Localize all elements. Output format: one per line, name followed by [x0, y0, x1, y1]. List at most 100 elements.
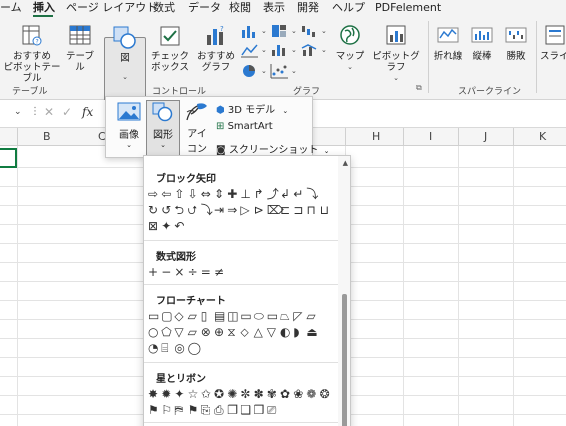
shape-option-icon[interactable]: ⇦: [161, 187, 171, 201]
shape-option-icon[interactable]: ⊓: [306, 203, 315, 217]
scatter-chart-icon[interactable]: [270, 63, 290, 79]
shape-option-icon[interactable]: ▱: [188, 309, 198, 323]
shape-option-icon[interactable]: ✚: [227, 187, 237, 201]
shape-option-icon[interactable]: ⚑: [148, 403, 159, 417]
statistic-chart-icon[interactable]: [270, 42, 290, 58]
shape-option-icon[interactable]: ○: [148, 325, 158, 339]
shape-option-icon[interactable]: ◔: [148, 341, 158, 355]
recommended-charts-button[interactable]: ? おすすめ グラフ: [196, 23, 236, 73]
tab-help[interactable]: ヘルプ: [332, 1, 365, 15]
shape-option-icon[interactable]: ⊐: [293, 203, 303, 217]
shape-option-icon[interactable]: ÷: [188, 265, 198, 279]
name-box-dropdown-icon[interactable]: ⌄: [14, 107, 22, 117]
shape-option-icon[interactable]: ✸: [148, 387, 158, 401]
maps-button[interactable]: マップ ⌄: [332, 23, 368, 73]
tab-formulas[interactable]: 数式: [153, 1, 175, 15]
shape-option-icon[interactable]: ❐: [227, 403, 238, 417]
shape-option-icon[interactable]: ❒: [254, 403, 265, 417]
tab-view[interactable]: 表示: [263, 1, 285, 15]
shape-option-icon[interactable]: ⇧: [174, 187, 184, 201]
shape-option-icon[interactable]: ▢: [161, 309, 172, 323]
shape-option-icon[interactable]: ↵: [293, 187, 303, 201]
shape-option-icon[interactable]: ❀: [293, 387, 303, 401]
shape-option-icon[interactable]: ⇨: [148, 187, 158, 201]
shape-option-icon[interactable]: ⛿: [174, 403, 183, 417]
shape-option-icon[interactable]: ↺: [161, 203, 171, 217]
active-cell[interactable]: [0, 148, 17, 168]
slicer-button[interactable]: スライ: [540, 23, 566, 62]
shape-option-icon[interactable]: ❁: [306, 387, 316, 401]
shape-option-icon[interactable]: ❑: [240, 403, 251, 417]
3d-models-button[interactable]: ⬢ 3D モデル ⌄: [216, 101, 288, 116]
shape-option-icon[interactable]: ⤵: [201, 203, 213, 217]
shape-option-icon[interactable]: ◗: [293, 325, 299, 339]
scrollbar-thumb[interactable]: [342, 294, 347, 426]
shape-option-icon[interactable]: ⊠: [148, 219, 158, 233]
illustrations-button[interactable]: 図 ⌄: [106, 25, 144, 83]
shape-option-icon[interactable]: ⎚: [267, 403, 277, 417]
shape-option-icon[interactable]: ✽: [254, 387, 264, 401]
shape-option-icon[interactable]: ↶: [174, 219, 184, 233]
shape-option-icon[interactable]: ▽: [267, 325, 277, 339]
checkbox-button[interactable]: チェック ボックス: [150, 23, 190, 73]
shape-option-icon[interactable]: =: [201, 265, 211, 279]
shape-option-icon[interactable]: ✦: [161, 219, 171, 233]
shape-option-icon[interactable]: ⇥: [214, 203, 224, 217]
shape-option-icon[interactable]: ✪: [214, 387, 224, 401]
shape-option-icon[interactable]: ◯: [188, 341, 201, 355]
column-header-h[interactable]: H: [372, 130, 380, 143]
shape-option-icon[interactable]: ▭: [267, 309, 278, 323]
shape-option-icon[interactable]: ▯: [201, 309, 208, 323]
shape-option-icon[interactable]: ▭: [148, 309, 159, 323]
enter-icon[interactable]: ✓: [62, 105, 72, 119]
shape-option-icon[interactable]: ×: [174, 265, 184, 279]
shape-option-icon[interactable]: ⬦: [240, 325, 249, 339]
tab-page-layout[interactable]: ページ レイアウト: [66, 1, 157, 15]
pie-chart-icon[interactable]: [240, 63, 260, 79]
shape-option-icon[interactable]: ⎙: [214, 403, 224, 417]
column-header-i[interactable]: I: [429, 130, 432, 143]
shape-option-icon[interactable]: ✩: [201, 387, 211, 401]
shape-option-icon[interactable]: ◇: [174, 309, 184, 323]
shape-option-icon[interactable]: ◸: [293, 309, 303, 323]
shape-option-icon[interactable]: ▤: [214, 309, 225, 323]
insert-function-button[interactable]: fx: [82, 105, 93, 119]
shape-option-icon[interactable]: ❂: [320, 387, 330, 401]
shape-option-icon[interactable]: ▱: [188, 325, 198, 339]
shape-option-icon[interactable]: ✺: [227, 387, 237, 401]
pictures-button[interactable]: 画像 ⌄: [113, 101, 145, 149]
scroll-up-icon[interactable]: ▲: [343, 159, 348, 167]
shape-option-icon[interactable]: ▱: [306, 309, 316, 323]
shape-option-icon[interactable]: ✼: [240, 387, 250, 401]
column-header-k[interactable]: K: [539, 130, 546, 143]
shape-option-icon[interactable]: ↻: [148, 203, 158, 217]
hierarchy-chart-icon[interactable]: [270, 23, 290, 39]
shape-option-icon[interactable]: ◐: [280, 325, 290, 339]
column-chart-icon[interactable]: [240, 23, 260, 39]
shape-option-icon[interactable]: −: [161, 265, 171, 279]
shape-option-icon[interactable]: ⚑: [188, 403, 199, 417]
shape-option-icon[interactable]: ⮌: [174, 203, 184, 217]
waterfall-chart-icon[interactable]: [300, 23, 320, 39]
recommended-pivottable-button[interactable]: ? おすすめ ピボットテーブル: [2, 23, 62, 84]
sparkline-column-button[interactable]: 縦棒: [466, 23, 498, 62]
shape-option-icon[interactable]: ⬠: [161, 325, 172, 339]
shape-option-icon[interactable]: ⇔: [201, 187, 211, 201]
tab-developer[interactable]: 開発: [297, 1, 319, 15]
column-header-b[interactable]: B: [43, 130, 51, 143]
shape-option-icon[interactable]: ⮍: [188, 203, 198, 217]
shape-option-icon[interactable]: ⊕: [214, 325, 224, 339]
shape-option-icon[interactable]: ✹: [161, 387, 171, 401]
shape-option-icon[interactable]: ✦: [174, 387, 184, 401]
shape-option-icon[interactable]: ▷: [240, 203, 250, 217]
shape-option-icon[interactable]: ⊏: [280, 203, 290, 217]
tab-insert[interactable]: 挿入: [33, 1, 55, 15]
shape-option-icon[interactable]: ✿: [280, 387, 290, 401]
shape-option-icon[interactable]: ⇒: [227, 203, 237, 217]
tab-review[interactable]: 校閲: [229, 1, 251, 15]
shape-option-icon[interactable]: ⇩: [188, 187, 198, 201]
shape-option-icon[interactable]: ☆: [188, 387, 199, 401]
shape-option-icon[interactable]: ⇕: [214, 187, 224, 201]
sparkline-line-button[interactable]: 折れ線: [432, 23, 464, 62]
shape-option-icon[interactable]: △: [254, 325, 264, 339]
